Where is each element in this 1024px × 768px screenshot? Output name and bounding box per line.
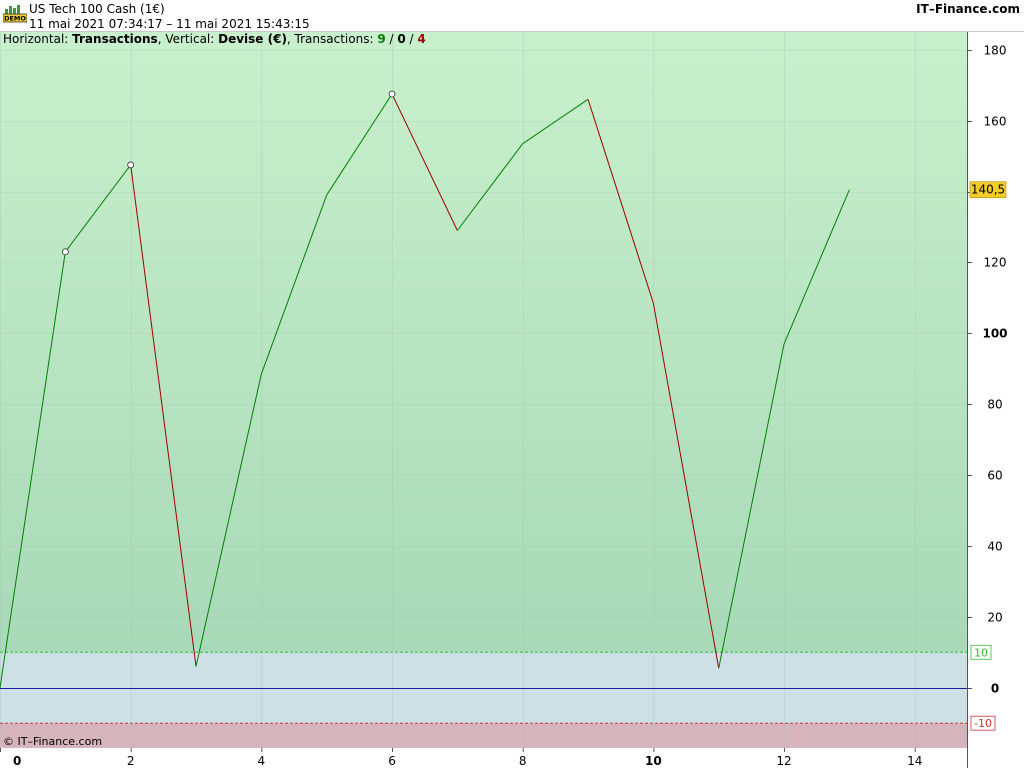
y-tick-label: 60 [987,469,1002,483]
vertical-value: Devise (€) [218,32,287,46]
instrument-title: US Tech 100 Cash (1€) [29,2,165,16]
y-tick-label: 180 [984,44,1007,58]
y-axis: 020406080100120140160180140,510-10 [967,44,1008,731]
chart-header: DEMO US Tech 100 Cash (1€) 11 mai 2021 0… [0,0,1024,32]
demo-badge-text: DEMO [4,15,26,23]
horizontal-label: Horizontal: [3,32,72,46]
winning-count: 9 [377,32,385,46]
vertical-label: , Vertical: [158,32,218,46]
peak-marker [388,90,396,98]
y-tick-label: 120 [984,256,1007,270]
x-tick-label: 2 [127,754,135,768]
x-tick-label: 0 [13,754,21,768]
info-line: Horizontal: Transactions, Vertical: Devi… [3,32,426,46]
x-tick-label: 6 [388,754,396,768]
brand-label: IT–Finance.com [916,2,1020,16]
peak-marker [127,161,135,169]
y-tick-label: 20 [987,611,1002,625]
horizontal-value: Transactions [72,32,158,46]
count-separator-1: / [386,32,398,46]
plot-background-lower [0,723,967,748]
peak-marker [61,248,69,256]
lower-band-label: -10 [974,717,992,730]
plot-background-upper [0,32,967,653]
transactions-label: , Transactions: [287,32,377,46]
losing-count: 4 [417,32,425,46]
copyright-label: © IT–Finance.com [3,735,102,748]
app-window: DEMO US Tech 100 Cash (1€) 11 mai 2021 0… [0,0,1024,768]
plot-background-middle [0,652,967,724]
y-tick-label: 0 [991,682,999,696]
date-range: 11 mai 2021 07:34:17 – 11 mai 2021 15:43… [29,17,310,31]
demo-badge-icon: DEMO [3,5,27,23]
last-value-label: 140,5 [971,183,1005,197]
x-tick-label: 14 [907,754,922,768]
count-separator-2: / [406,32,418,46]
x-tick-label: 4 [258,754,266,768]
y-tick-label: 80 [987,398,1002,412]
y-tick-label: 100 [982,327,1007,341]
x-tick-label: 8 [519,754,527,768]
neutral-count: 0 [397,32,405,46]
equity-chart: 020406080100120140160180140,510-10 02468… [0,32,1008,768]
x-axis: 0 2 4 6 8 10 12 14 [0,748,922,768]
x-tick-label: 10 [645,754,662,768]
upper-band-label: 10 [974,646,988,659]
x-tick-label: 12 [776,754,791,768]
y-tick-label: 40 [987,540,1002,554]
y-tick-label: 160 [984,115,1007,129]
